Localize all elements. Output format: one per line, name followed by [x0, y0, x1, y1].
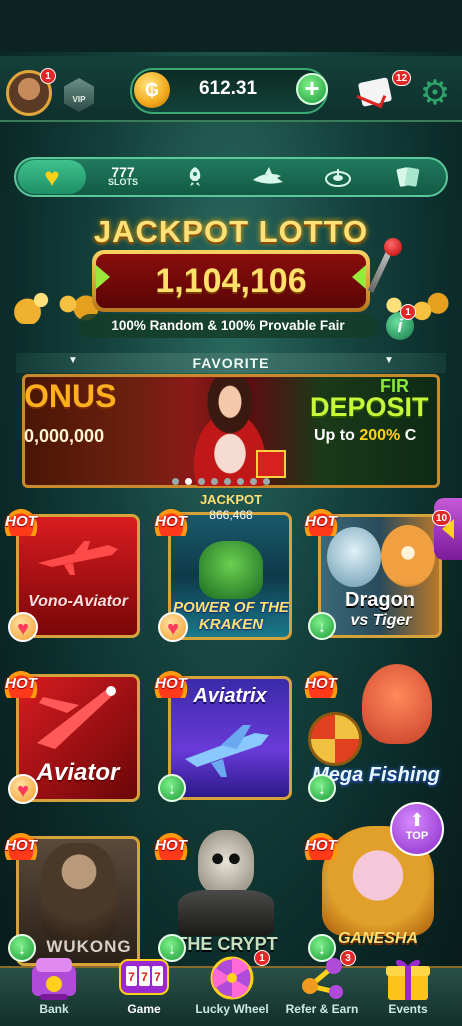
favorite-heart-button[interactable]: ♥: [8, 612, 38, 642]
arrow-left-icon: [352, 265, 366, 289]
download-button[interactable]: ↓: [158, 774, 186, 802]
fairness-tagline: 100% Random & 100% Provable Fair: [78, 314, 378, 338]
banner-deposit-text: DEPOSIT: [310, 392, 429, 422]
nav-events[interactable]: Events: [362, 959, 454, 1024]
skeleton-character: [198, 830, 254, 894]
hot-badge: HOT: [2, 506, 40, 536]
avatar-badge: 1: [40, 68, 56, 84]
hot-badge: HOT: [302, 506, 340, 536]
hot-badge: HOT: [152, 830, 190, 860]
nav-lucky-wheel[interactable]: Lucky Wheel: [186, 956, 278, 1024]
balance-value: 612.31: [198, 78, 258, 99]
coin-icon: ₲: [134, 72, 170, 108]
airplane-icon: [37, 686, 116, 749]
game-title: POWER OF THE KRAKEN: [173, 599, 289, 633]
slots-label: SLOTS: [107, 177, 138, 187]
slot-machine-icon: 777: [119, 959, 169, 995]
svg-text:7: 7: [128, 970, 135, 984]
rocket-icon: [189, 167, 201, 186]
heart-icon: ♥: [44, 161, 60, 192]
tab-cards[interactable]: [384, 160, 432, 194]
info-badge: 1: [400, 304, 416, 320]
nav-bank[interactable]: Bank: [8, 958, 100, 1024]
status-bar: [0, 0, 462, 52]
carousel-dot[interactable]: [172, 478, 179, 485]
wheel-icon: [308, 712, 362, 766]
jackpot-value: 1,104,106: [96, 254, 366, 308]
banner-bonus-amount: 0,000,000: [24, 426, 105, 446]
nav-game[interactable]: 777 Game: [98, 959, 190, 1024]
nav-refer-earn-label: Refer & Earn: [285, 1002, 359, 1016]
nav-bank-label: Bank: [39, 1002, 69, 1016]
carousel-dot[interactable]: [250, 478, 257, 485]
add-funds-button[interactable]: +: [296, 73, 328, 105]
wheel-icon: [210, 956, 254, 1000]
game-jackpot-value: 866,468: [209, 508, 253, 522]
gear-icon[interactable]: ⚙: [418, 76, 452, 110]
nav-events-label: Events: [388, 1002, 428, 1016]
tab-favorite[interactable]: ♥: [18, 160, 86, 194]
roulette-icon: [325, 169, 351, 187]
nav-refer-earn[interactable]: Refer & Earn: [276, 958, 368, 1024]
tab-roulette[interactable]: [316, 160, 360, 194]
jackpot-counter: 1,104,106: [92, 250, 370, 312]
game-title: Vono-Aviator: [28, 593, 128, 610]
skeleton-body: [178, 890, 274, 936]
tab-fishing[interactable]: [240, 160, 296, 194]
hot-badge: HOT: [152, 668, 190, 698]
lucky-wheel-badge: 1: [254, 950, 270, 966]
slots-number: 777: [111, 164, 135, 180]
triangle-down-icon: ▼: [68, 355, 78, 366]
favorite-heart-button[interactable]: ♥: [8, 774, 38, 804]
triangle-down-icon: ▼: [384, 355, 394, 366]
favorite-heart-button[interactable]: ♥: [158, 612, 188, 642]
arrow-up-icon: ⬆: [409, 810, 425, 830]
download-button[interactable]: ↓: [308, 774, 336, 802]
carousel-dot[interactable]: [211, 478, 218, 485]
game-jackpot-label: JACKPOT: [199, 492, 263, 507]
hot-badge: HOT: [2, 830, 40, 860]
scroll-top-label: TOP: [405, 830, 429, 842]
scroll-top-button[interactable]: ⬆ TOP: [390, 802, 444, 856]
cards-icon: [396, 167, 420, 187]
side-tab-count: 10: [432, 510, 452, 526]
nav-lucky-wheel-label: Lucky Wheel: [195, 1002, 269, 1016]
jet-icon: [185, 725, 269, 777]
game-subtitle: vs Tiger: [350, 612, 412, 629]
side-drawer-tab[interactable]: [434, 498, 462, 560]
carousel-dot[interactable]: [263, 478, 270, 485]
nav-game-label: Game: [127, 1002, 161, 1016]
carousel-dots[interactable]: [172, 478, 270, 485]
gift-icon: [256, 450, 286, 478]
arrow-right-icon: [96, 265, 110, 289]
wukong-character: [41, 843, 117, 939]
svg-text:7: 7: [141, 970, 148, 984]
kraken-character: [199, 541, 263, 599]
tiger-character: [381, 525, 435, 587]
game-title: Dragon: [345, 589, 415, 611]
carousel-dot[interactable]: [224, 478, 231, 485]
carousel-dot[interactable]: [198, 478, 205, 485]
banner-bonus-text: ONUS: [24, 378, 117, 414]
banner-upto-text: Up to 200% C: [314, 427, 417, 444]
carousel-dot[interactable]: [237, 478, 244, 485]
hot-badge: HOT: [2, 668, 40, 698]
svg-text:7: 7: [154, 970, 161, 984]
tab-crash[interactable]: [170, 160, 220, 194]
download-button[interactable]: ↓: [308, 612, 336, 640]
hot-badge: HOT: [302, 668, 340, 698]
hot-badge: HOT: [152, 506, 190, 536]
carousel-dot[interactable]: [185, 478, 192, 485]
tab-slots[interactable]: 777 SLOTS: [98, 160, 148, 194]
octopus-character: [362, 664, 432, 744]
refer-earn-badge: 3: [340, 950, 356, 966]
bank-icon: [32, 958, 76, 1000]
gift-icon: [386, 959, 430, 1000]
airplane-icon: [38, 541, 118, 575]
lever-knob-icon: [384, 238, 402, 256]
hot-badge: HOT: [302, 830, 340, 860]
mail-badge: 12: [392, 70, 412, 86]
shark-icon: [253, 167, 283, 184]
